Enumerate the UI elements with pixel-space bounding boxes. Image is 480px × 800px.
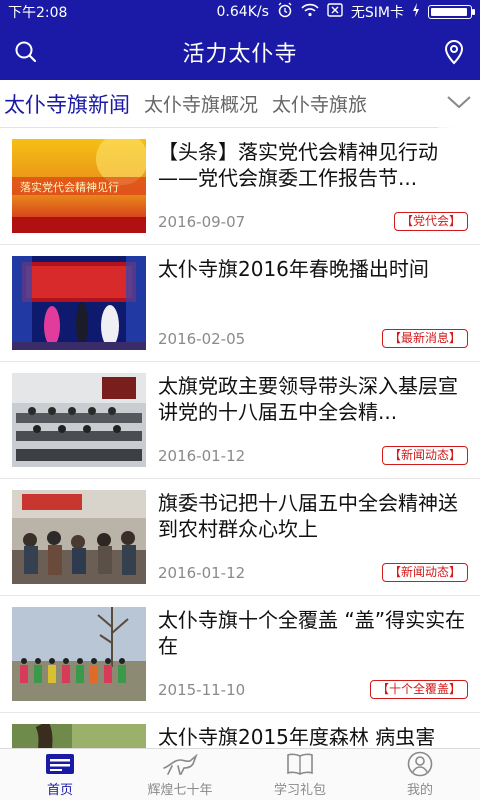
svg-text:落实党代会精神见行: 落实党代会精神见行 [20,180,119,194]
nav-mine-label: 我的 [406,783,433,798]
status-time: 下午2:08 [8,5,68,21]
search-icon[interactable] [12,38,40,66]
alarm-icon [277,2,293,22]
news-item[interactable]: 太仆寺旗2015年度森林 病虫害 [0,713,480,748]
news-thumbnail [12,724,146,748]
news-date: 2015-11-10 [158,681,246,699]
news-thumbnail [12,490,146,584]
news-category-tag[interactable]: 【最新消息】 [381,329,468,348]
news-body: 太仆寺旗2015年度森林 病虫害 [158,724,468,748]
news-item[interactable]: 旗委书记把十八届五中全会精神送到农村群众心坎上 2016-01-12 【新闻动态… [0,479,480,596]
news-thumbnail [12,256,146,350]
category-tabs: 太仆寺旗新闻 太仆寺旗概况 太仆寺旗旅 [0,89,438,119]
nav-study[interactable]: 学习礼包 [240,749,360,800]
news-body: 太旗党政主要领导带头深入基层宣讲党的十八届五中全会精... 2016-01-12… [158,373,468,467]
news-thumbnail: 落实党代会精神见行 [12,139,146,233]
tab-overview[interactable]: 太仆寺旗概况 [137,90,265,117]
news-thumbnail [12,607,146,701]
user-icon [407,751,433,777]
news-title: 太仆寺旗2015年度森林 病虫害 [158,725,436,748]
news-title: 太仆寺旗2016年春晚播出时间 [158,257,429,281]
news-date: 2016-01-12 [158,447,246,465]
news-date: 2016-02-05 [158,330,246,348]
wifi-icon [301,3,319,21]
news-body: 太仆寺旗十个全覆盖 “盖”得实实在在 2015-11-10 【十个全覆盖】 [158,607,468,701]
news-title: 太仆寺旗十个全覆盖 “盖”得实实在在 [158,608,466,658]
nav-mine[interactable]: 我的 [360,749,480,800]
nav-glory-label: 辉煌七十年 [147,783,213,798]
news-category-tag[interactable]: 【新闻动态】 [381,446,468,465]
nav-home[interactable]: 首页 [0,749,120,800]
news-body: 太仆寺旗2016年春晚播出时间 2016-02-05 【最新消息】 [158,256,468,350]
news-item[interactable]: 太仆寺旗十个全覆盖 “盖”得实实在在 2015-11-10 【十个全覆盖】 [0,596,480,713]
no-sim-icon [327,3,343,21]
news-body: 【头条】落实党代会精神见行动——党代会旗委工作报告节... 2016-09-07… [158,139,468,233]
news-title: 太旗党政主要领导带头深入基层宣讲党的十八届五中全会精... [158,374,458,424]
tab-tourism[interactable]: 太仆寺旗旅 [265,90,374,117]
network-speed: 0.64K/s [216,4,269,20]
sim-status: 无SIM卡 [350,5,404,21]
bottom-nav: 首页 辉煌七十年 学习礼包 我的 [0,748,480,800]
news-date: 2016-01-12 [158,564,246,582]
category-tab-bar: 太仆寺旗新闻 太仆寺旗概况 太仆寺旗旅 [0,79,480,128]
tab-news[interactable]: 太仆寺旗新闻 [0,89,137,119]
battery-fill [431,8,468,16]
charging-icon [412,3,420,21]
status-indicators: 0.64K/s 无SIM卡 [216,2,475,22]
news-date: 2016-09-07 [158,213,246,231]
horse-icon [162,751,198,777]
news-title: 【头条】落实党代会精神见行动——党代会旗委工作报告节... [158,140,438,190]
news-category-tag[interactable]: 【新闻动态】 [381,563,468,582]
news-category-tag[interactable]: 【党代会】 [393,212,468,231]
book-icon [286,751,314,777]
tabs-expand-button[interactable] [438,79,480,128]
battery-icon [428,5,475,19]
news-category-tag[interactable]: 【十个全覆盖】 [369,680,468,699]
news-title: 旗委书记把十八届五中全会精神送到农村群众心坎上 [158,491,458,541]
nav-study-label: 学习礼包 [273,783,326,798]
app-title: 活力太仆寺 [182,42,298,67]
location-pin-icon[interactable] [440,38,468,66]
news-item[interactable]: 落实党代会精神见行 【头条】落实党代会精神见行动——党代会旗委工作报告节... … [0,128,480,245]
news-list: 落实党代会精神见行 【头条】落实党代会精神见行动——党代会旗委工作报告节... … [0,128,480,748]
nav-home-label: 首页 [46,783,73,798]
news-item[interactable]: 太旗党政主要领导带头深入基层宣讲党的十八届五中全会精... 2016-01-12… [0,362,480,479]
app-header: 活力太仆寺 [0,24,480,80]
status-bar: 下午2:08 0.64K/s 无SIM卡 [0,0,480,24]
nav-glory[interactable]: 辉煌七十年 [120,749,240,800]
news-item[interactable]: 太仆寺旗2016年春晚播出时间 2016-02-05 【最新消息】 [0,245,480,362]
home-news-icon [45,751,75,777]
news-thumbnail [12,373,146,467]
news-body: 旗委书记把十八届五中全会精神送到农村群众心坎上 2016-01-12 【新闻动态… [158,490,468,584]
chevron-down-icon [446,94,472,114]
